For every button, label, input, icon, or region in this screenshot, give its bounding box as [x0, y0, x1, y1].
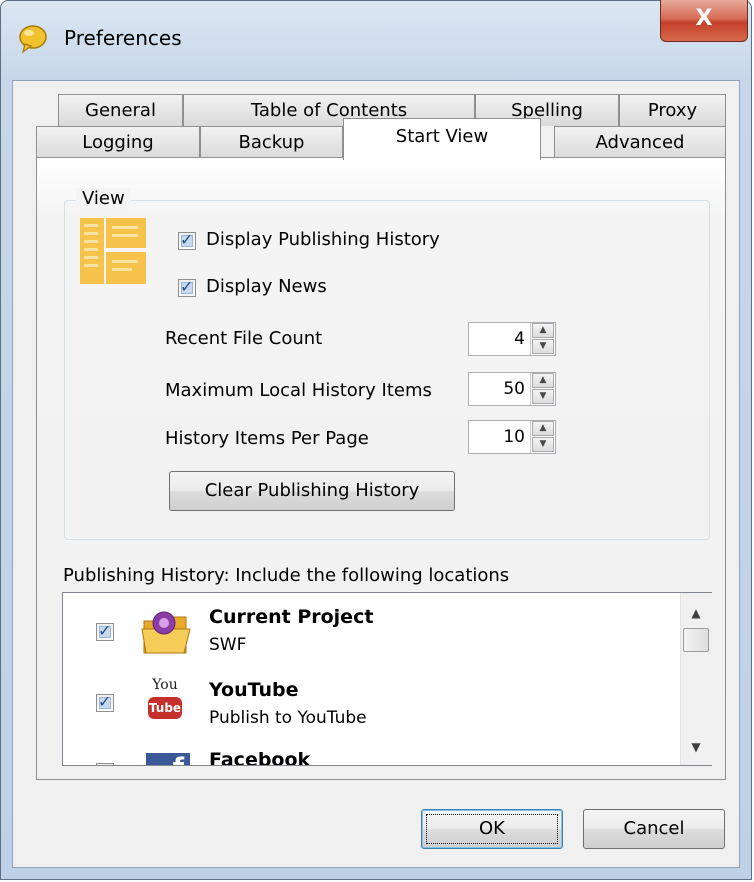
scroll-up-icon[interactable]: ▲: [683, 606, 709, 620]
spin-up-icon[interactable]: ▲: [532, 323, 554, 338]
spin-up-icon[interactable]: ▲: [532, 373, 554, 388]
view-group-label: View: [76, 188, 131, 209]
display-news-checkbox[interactable]: ✓: [178, 277, 196, 297]
close-button[interactable]: X: [660, 0, 748, 42]
facebook-icon: f: [146, 753, 190, 765]
tab-start-view[interactable]: Start View: [343, 118, 541, 160]
display-publishing-history-checkbox[interactable]: ✓: [178, 230, 196, 250]
recent-file-count-label: Recent File Count: [165, 328, 323, 349]
tab-logging[interactable]: Logging: [36, 126, 200, 158]
check-icon: ✓: [180, 230, 194, 249]
check-icon: ✓: [98, 761, 111, 765]
facebook-checkbox[interactable]: ✓: [96, 761, 114, 765]
history-per-page-label: History Items Per Page: [165, 428, 369, 449]
spin-up-icon[interactable]: ▲: [532, 421, 554, 436]
ok-button[interactable]: OK: [421, 809, 563, 849]
start-view-layout-icon: [80, 218, 148, 284]
cancel-button[interactable]: Cancel: [583, 809, 725, 849]
check-icon: ✓: [180, 277, 194, 296]
display-news-label: Display News: [206, 276, 327, 297]
max-local-history-label: Maximum Local History Items: [165, 380, 432, 401]
scroll-down-icon[interactable]: ▼: [683, 740, 709, 754]
spin-down-icon[interactable]: ▼: [532, 389, 554, 404]
facebook-title: Facebook: [209, 749, 311, 765]
history-per-page-stepper[interactable]: 10 ▲ ▼: [468, 420, 556, 454]
max-local-history-value: 50: [503, 379, 525, 399]
scroll-thumb[interactable]: [683, 628, 709, 652]
display-publishing-history-label: Display Publishing History: [206, 229, 440, 250]
window-title: Preferences: [64, 26, 182, 50]
spin-down-icon[interactable]: ▼: [532, 437, 554, 452]
publishing-history-label: Publishing History: Include the followin…: [63, 565, 510, 586]
recent-file-count-stepper[interactable]: 4 ▲ ▼: [468, 322, 556, 356]
tab-general[interactable]: General: [58, 94, 183, 126]
max-local-history-stepper[interactable]: 50 ▲ ▼: [468, 372, 556, 406]
app-bubble-icon: [18, 24, 48, 54]
tab-proxy[interactable]: Proxy: [619, 94, 726, 126]
list-clip: ✓ f Facebook: [62, 593, 680, 765]
tab-backup[interactable]: Backup: [200, 126, 343, 158]
spin-down-icon[interactable]: ▼: [532, 339, 554, 354]
clear-publishing-history-button[interactable]: Clear Publishing History: [169, 471, 455, 511]
close-icon: X: [695, 6, 713, 31]
tab-advanced[interactable]: Advanced: [554, 126, 726, 158]
history-per-page-value: 10: [503, 427, 525, 447]
recent-file-count-value: 4: [514, 329, 525, 349]
